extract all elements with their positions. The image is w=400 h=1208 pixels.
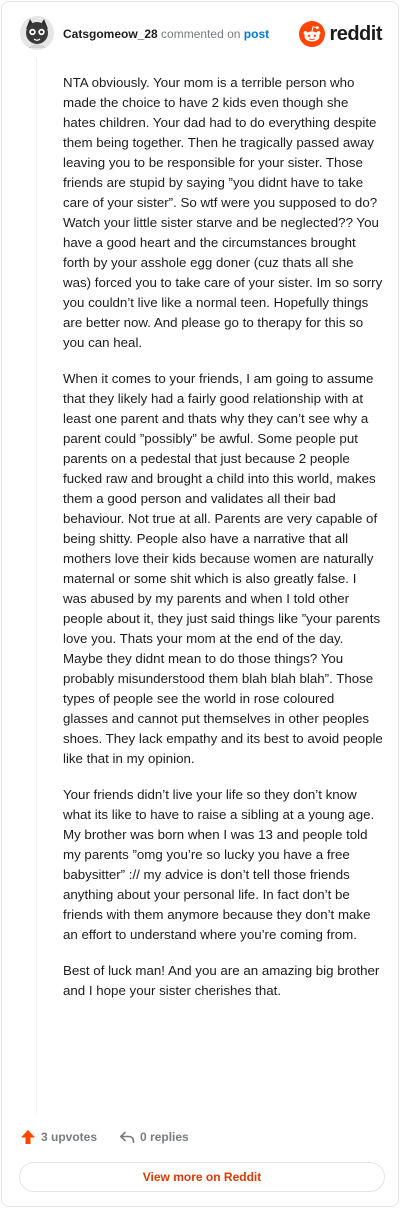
comment-paragraph: NTA obviously. Your mom is a terrible pe… bbox=[63, 75, 383, 350]
comment-actions: 3 upvotes 0 replies bbox=[20, 1127, 189, 1147]
upvote-arrow-icon bbox=[21, 1130, 35, 1144]
comment-paragraph: When it comes to your friends, I am goin… bbox=[63, 371, 383, 766]
comment-header: Catsgomeow_28 commented on post reddit bbox=[20, 16, 382, 52]
reddit-wordmark: reddit bbox=[329, 22, 382, 45]
upvote-count: 3 upvotes bbox=[41, 1130, 98, 1144]
upvote-button[interactable]: 3 upvotes bbox=[20, 1129, 97, 1145]
avatar-icon[interactable] bbox=[20, 16, 54, 50]
thread-line bbox=[36, 59, 37, 1113]
post-link[interactable]: post bbox=[244, 27, 269, 41]
reply-arrow-icon bbox=[120, 1131, 135, 1143]
view-more-on-reddit-button[interactable]: View more on Reddit bbox=[19, 1162, 385, 1192]
comment-paragraph: Best of luck man! And you are an amazing… bbox=[63, 963, 380, 998]
replies-button[interactable]: 0 replies bbox=[119, 1129, 189, 1145]
comment-paragraph: Your friends didn’t live your life so th… bbox=[63, 787, 375, 942]
commented-on-text: commented on bbox=[161, 27, 241, 41]
comment-embed-card: Catsgomeow_28 commented on post reddit N… bbox=[1, 1, 399, 1207]
username[interactable]: Catsgomeow_28 bbox=[63, 27, 158, 41]
comment-meta: Catsgomeow_28 commented on post bbox=[63, 27, 269, 41]
reddit-brand[interactable]: reddit bbox=[299, 21, 382, 47]
comment-body: NTA obviously. Your mom is a terrible pe… bbox=[63, 73, 383, 1017]
replies-count: 0 replies bbox=[140, 1130, 189, 1144]
reddit-logo-icon bbox=[299, 21, 326, 47]
